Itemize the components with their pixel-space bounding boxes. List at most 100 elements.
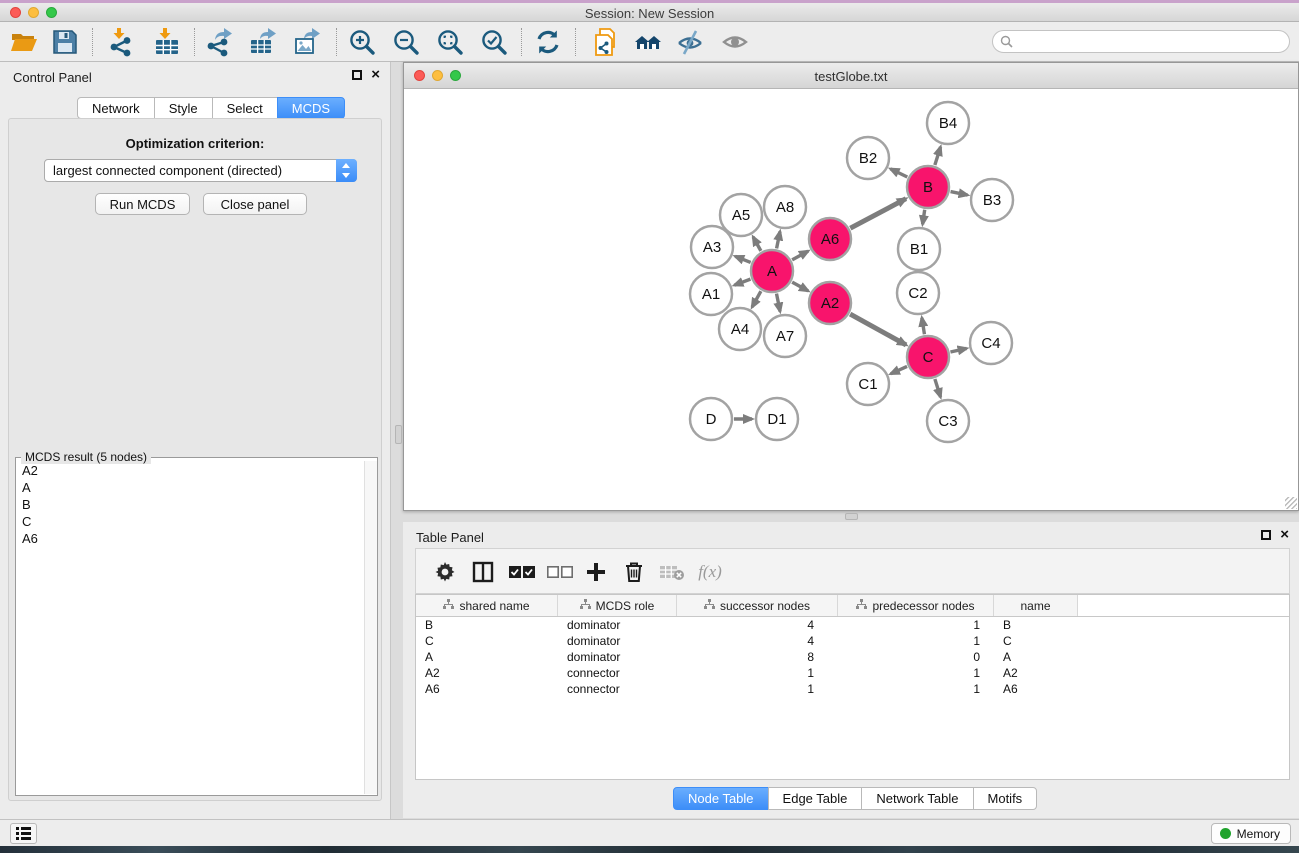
graph-node-A2[interactable]: A2 (809, 282, 851, 324)
edge-A-A4[interactable] (752, 291, 761, 307)
edge-A-A2[interactable] (792, 282, 808, 291)
table-row[interactable]: Cdominator41C (416, 633, 1289, 649)
graph-node-C3[interactable]: C3 (927, 400, 969, 442)
zoom-in-icon[interactable] (346, 26, 378, 58)
tab-edge-table[interactable]: Edge Table (768, 787, 863, 810)
zoom-fit-icon[interactable] (434, 26, 466, 58)
tab-network-table[interactable]: Network Table (861, 787, 973, 810)
graph-node-C[interactable]: C (907, 336, 949, 378)
edge-A2-C[interactable] (850, 314, 906, 345)
hide-details-icon[interactable] (674, 26, 706, 58)
graph-node-A5[interactable]: A5 (720, 194, 762, 236)
graph-node-B4[interactable]: B4 (927, 102, 969, 144)
edge-A-A1[interactable] (734, 279, 750, 285)
edge-C-C2[interactable] (922, 318, 925, 335)
graph-node-A8[interactable]: A8 (764, 186, 806, 228)
export-table-icon[interactable] (247, 26, 279, 58)
edge-A-A7[interactable] (777, 294, 781, 312)
graph-node-B3[interactable]: B3 (971, 179, 1013, 221)
tab-network[interactable]: Network (77, 97, 155, 119)
tab-select[interactable]: Select (212, 97, 278, 119)
gear-icon[interactable] (430, 558, 460, 586)
result-scrollbar[interactable] (364, 461, 377, 794)
new-session-icon[interactable] (590, 26, 622, 58)
optimization-criterion-select[interactable]: largest connected component (directed) (44, 159, 357, 182)
refresh-icon[interactable] (532, 26, 564, 58)
import-network-icon[interactable] (105, 26, 137, 58)
task-history-button[interactable] (10, 823, 37, 844)
graph-node-D1[interactable]: D1 (756, 398, 798, 440)
result-item[interactable]: A2 (16, 462, 363, 479)
edge-A-A8[interactable] (777, 231, 780, 248)
result-item[interactable]: B (16, 496, 363, 513)
graph-node-A7[interactable]: A7 (764, 315, 806, 357)
network-canvas[interactable]: B4B2BB3A5A8A6A3AB1A1A2C2A4A7C4CC1DD1C3 (404, 89, 1298, 510)
vertical-splitter-handle[interactable] (395, 425, 402, 444)
graph-node-A3[interactable]: A3 (691, 226, 733, 268)
edge-C-C4[interactable] (950, 348, 966, 352)
graph-node-C4[interactable]: C4 (970, 322, 1012, 364)
graph-node-B2[interactable]: B2 (847, 137, 889, 179)
import-table-icon[interactable] (151, 26, 183, 58)
run-mcds-button[interactable]: Run MCDS (95, 193, 190, 215)
cybrowser-icon[interactable] (632, 26, 664, 58)
edge-C-C3[interactable] (935, 379, 941, 397)
graph-node-A[interactable]: A (751, 250, 793, 292)
graph-node-A4[interactable]: A4 (719, 308, 761, 350)
add-column-icon[interactable] (581, 558, 611, 586)
close-table-panel-icon[interactable]: × (1280, 529, 1289, 541)
save-session-icon[interactable] (49, 26, 81, 58)
edge-A-A5[interactable] (753, 237, 761, 251)
edge-B-B4[interactable] (935, 147, 941, 165)
memory-button[interactable]: Memory (1211, 823, 1291, 844)
graph-node-D[interactable]: D (690, 398, 732, 440)
delete-table-icon[interactable] (657, 558, 687, 586)
column-header-successor-nodes[interactable]: successor nodes (677, 595, 838, 616)
column-header-name[interactable]: name (994, 595, 1078, 616)
column-header-MCDS-role[interactable]: MCDS role (558, 595, 677, 616)
table-row[interactable]: A2connector11A2 (416, 665, 1289, 681)
edge-B-B2[interactable] (891, 169, 908, 177)
graph-node-A6[interactable]: A6 (809, 218, 851, 260)
edge-A-A6[interactable] (792, 251, 808, 260)
table-row[interactable]: Bdominator41B (416, 617, 1289, 633)
table-row[interactable]: Adominator80A (416, 649, 1289, 665)
float-panel-icon[interactable] (352, 70, 362, 80)
export-network-icon[interactable] (203, 26, 235, 58)
edge-A-A3[interactable] (735, 256, 750, 262)
result-item[interactable]: A (16, 479, 363, 496)
tab-mcds[interactable]: MCDS (277, 97, 345, 119)
close-panel-icon[interactable]: × (371, 69, 380, 81)
tab-style[interactable]: Style (154, 97, 213, 119)
tab-motifs[interactable]: Motifs (973, 787, 1038, 810)
horizontal-splitter-handle[interactable] (845, 513, 858, 520)
graph-node-B1[interactable]: B1 (898, 228, 940, 270)
float-table-panel-icon[interactable] (1261, 530, 1271, 540)
split-columns-icon[interactable] (468, 558, 498, 586)
edge-B-B1[interactable] (923, 210, 925, 224)
resize-grip[interactable] (1285, 497, 1297, 509)
edge-C-C1[interactable] (891, 366, 907, 373)
column-header-predecessor-nodes[interactable]: predecessor nodes (838, 595, 994, 616)
tab-node-table[interactable]: Node Table (673, 787, 769, 810)
zoom-out-icon[interactable] (390, 26, 422, 58)
close-panel-button[interactable]: Close panel (203, 193, 307, 215)
search-field[interactable] (992, 30, 1290, 53)
deselect-all-icon[interactable] (545, 558, 575, 586)
result-item[interactable]: A6 (16, 530, 363, 547)
show-details-icon[interactable] (719, 26, 751, 58)
result-item[interactable]: C (16, 513, 363, 530)
graph-node-C2[interactable]: C2 (897, 272, 939, 314)
column-header-shared-name[interactable]: shared name (416, 595, 558, 616)
table-row[interactable]: A6connector11A6 (416, 681, 1289, 697)
search-input[interactable] (1017, 35, 1289, 49)
edge-A6-B[interactable] (850, 199, 906, 229)
open-session-icon[interactable] (8, 26, 40, 58)
function-icon[interactable]: f(x) (695, 558, 725, 586)
delete-column-icon[interactable] (619, 558, 649, 586)
zoom-selected-icon[interactable] (478, 26, 510, 58)
graph-node-C1[interactable]: C1 (847, 363, 889, 405)
export-image-icon[interactable] (291, 26, 323, 58)
edge-B-B3[interactable] (951, 192, 968, 195)
graph-node-B[interactable]: B (907, 166, 949, 208)
